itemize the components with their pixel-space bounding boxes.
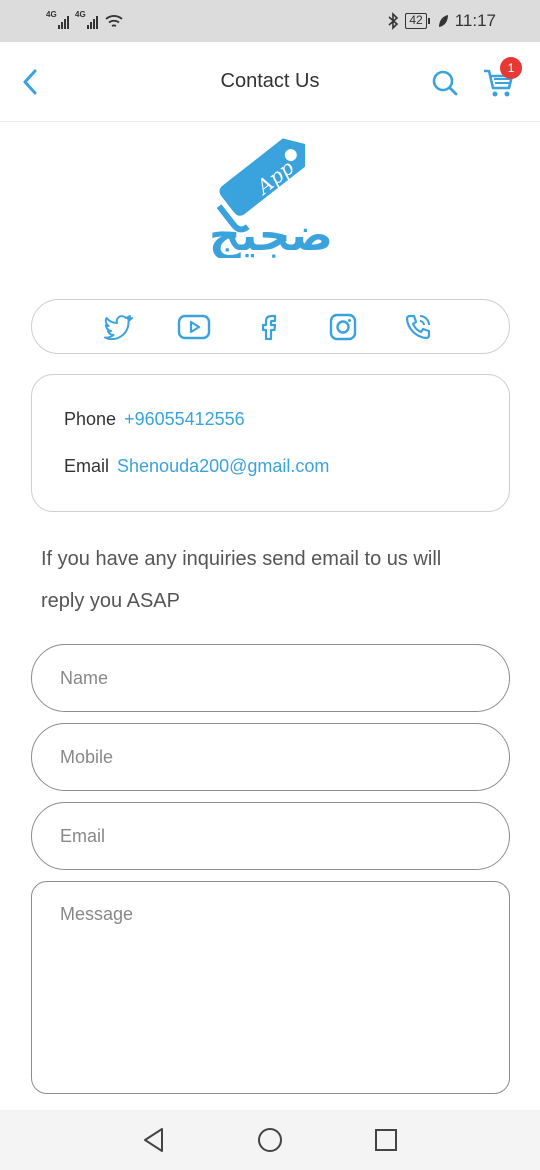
search-button[interactable] (428, 66, 462, 100)
contact-info-card: Phone +96055412556 Email Shenouda200@gma… (31, 374, 510, 512)
network-type-label: 4G (46, 10, 57, 19)
email-input[interactable] (31, 802, 510, 870)
name-input[interactable] (31, 644, 510, 712)
wifi-icon (105, 15, 123, 27)
leaf-icon (438, 15, 448, 27)
back-button[interactable] (14, 64, 46, 100)
nav-home-button[interactable] (254, 1124, 286, 1156)
phone-call-icon[interactable] (401, 310, 435, 344)
nav-recents-button[interactable] (370, 1124, 402, 1156)
status-bar: 4G 4G 42 11:17 (0, 0, 540, 42)
email-row: Email Shenouda200@gmail.com (64, 454, 509, 478)
phone-label: Phone (64, 408, 117, 429)
cell-signal-icon: 4G (46, 10, 69, 29)
status-icons-right: 42 11:17 (387, 11, 496, 31)
email-link[interactable]: Shenouda200@gmail.com (117, 456, 329, 477)
social-links-bar (31, 299, 510, 354)
square-recents-icon (375, 1129, 397, 1151)
cart-count-badge: 1 (500, 57, 522, 79)
phone-row: Phone +96055412556 (64, 407, 509, 431)
search-icon (432, 70, 458, 96)
triangle-back-icon (144, 1128, 163, 1152)
phone-link[interactable]: +96055412556 (124, 409, 245, 430)
battery-indicator: 42 (405, 13, 431, 29)
instagram-icon[interactable] (326, 310, 360, 344)
facebook-icon[interactable] (252, 310, 286, 344)
cell-signal-icon: 4G (75, 10, 98, 29)
app-logo: App ضجيج (198, 128, 344, 261)
nav-back-button[interactable] (138, 1124, 170, 1156)
twitter-icon[interactable] (102, 310, 136, 344)
message-textarea[interactable] (31, 881, 510, 1094)
clock: 11:17 (454, 11, 496, 30)
circle-home-icon (258, 1128, 282, 1152)
system-navigation-bar (0, 1110, 540, 1170)
youtube-icon[interactable] (177, 310, 211, 344)
chevron-left-icon (23, 69, 37, 95)
mobile-input[interactable] (31, 723, 510, 791)
email-label: Email (64, 455, 110, 476)
app-header: Contact Us (0, 42, 540, 122)
status-icons-left: 4G 4G (46, 10, 124, 29)
logo-graphic: App ضجيج (209, 138, 333, 261)
inquiry-text: If you have any inquiries send email to … (41, 548, 442, 612)
network-type-label: 4G (75, 10, 86, 19)
bluetooth-icon (388, 12, 399, 30)
logo-script-text: ضجيج (209, 210, 333, 258)
